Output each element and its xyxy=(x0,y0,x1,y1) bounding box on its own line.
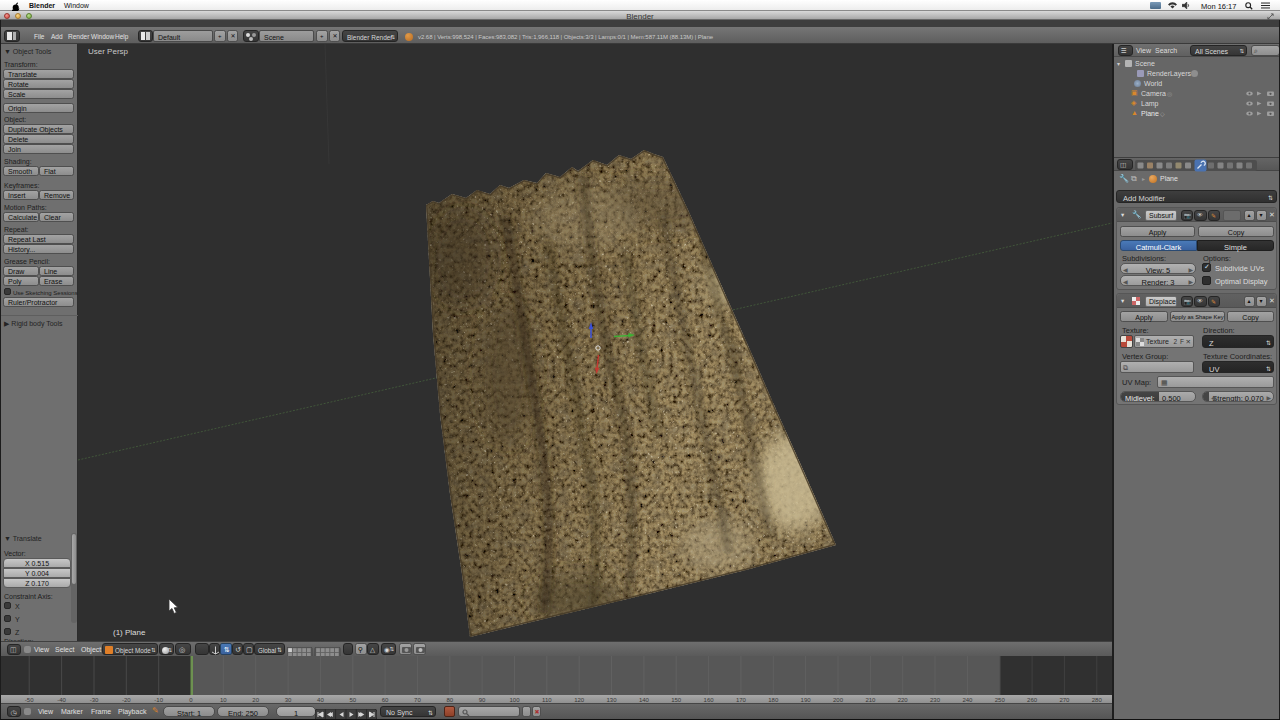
svg-text:90: 90 xyxy=(479,697,486,703)
svg-text:120: 120 xyxy=(574,697,585,703)
svg-text:190: 190 xyxy=(801,697,812,703)
svg-text:150: 150 xyxy=(671,697,682,703)
svg-text:100: 100 xyxy=(509,697,520,703)
svg-text:250: 250 xyxy=(995,697,1006,703)
svg-text:230: 230 xyxy=(930,697,941,703)
svg-text:210: 210 xyxy=(865,697,876,703)
svg-text:0: 0 xyxy=(189,697,193,703)
svg-text:-50: -50 xyxy=(25,697,34,703)
svg-text:40: 40 xyxy=(317,697,324,703)
svg-text:130: 130 xyxy=(606,697,617,703)
svg-text:-10: -10 xyxy=(154,697,163,703)
svg-text:200: 200 xyxy=(833,697,844,703)
svg-text:-20: -20 xyxy=(122,697,131,703)
svg-text:70: 70 xyxy=(414,697,421,703)
svg-text:20: 20 xyxy=(252,697,259,703)
svg-text:260: 260 xyxy=(1027,697,1038,703)
svg-text:220: 220 xyxy=(898,697,909,703)
svg-text:160: 160 xyxy=(704,697,715,703)
svg-text:180: 180 xyxy=(768,697,779,703)
svg-text:60: 60 xyxy=(382,697,389,703)
svg-text:-30: -30 xyxy=(90,697,99,703)
svg-text:240: 240 xyxy=(962,697,973,703)
svg-text:140: 140 xyxy=(639,697,650,703)
svg-text:110: 110 xyxy=(542,697,552,703)
svg-text:-40: -40 xyxy=(57,697,66,703)
svg-text:10: 10 xyxy=(220,697,227,703)
svg-text:50: 50 xyxy=(349,697,356,703)
svg-text:170: 170 xyxy=(736,697,747,703)
svg-text:280: 280 xyxy=(1092,697,1103,703)
svg-text:80: 80 xyxy=(446,697,453,703)
svg-text:270: 270 xyxy=(1059,697,1070,703)
svg-text:30: 30 xyxy=(285,697,292,703)
